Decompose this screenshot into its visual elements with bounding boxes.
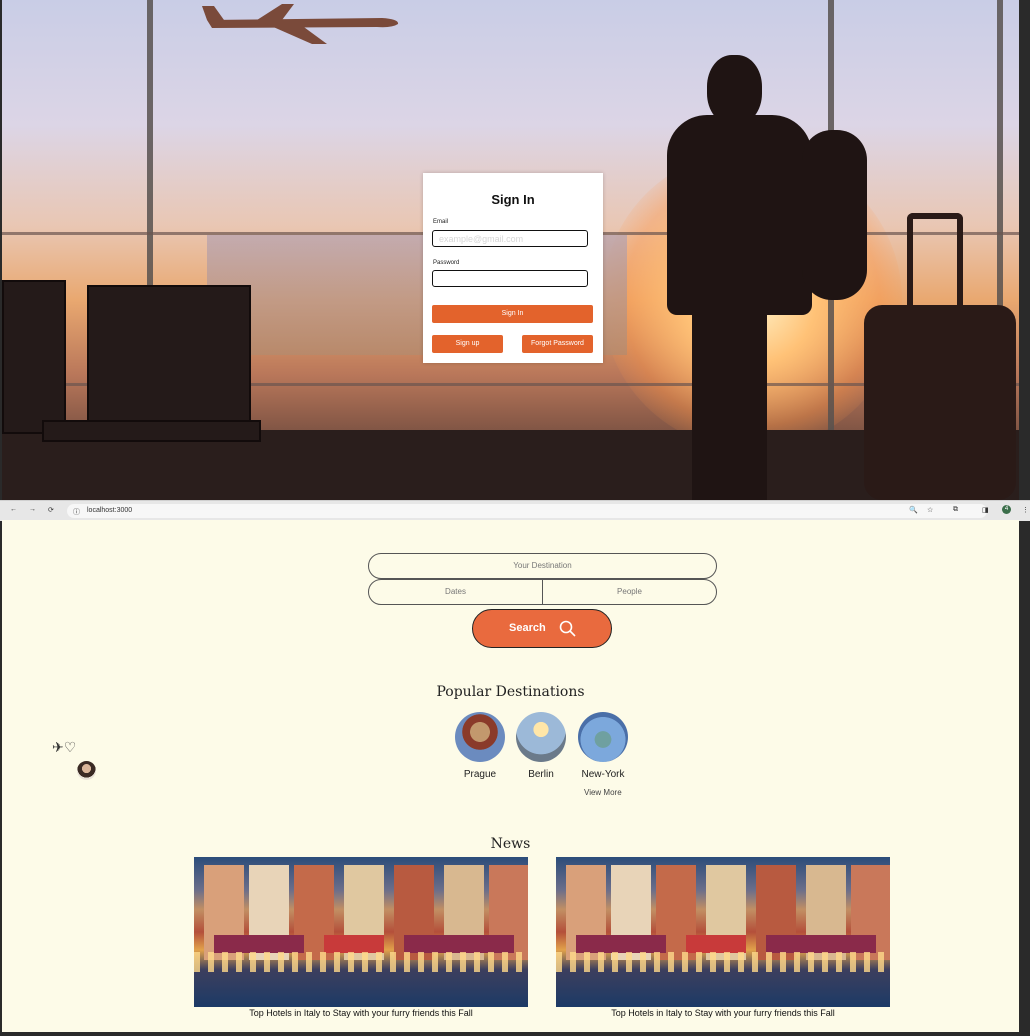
- back-icon[interactable]: ←: [10, 506, 17, 513]
- search-button-label: Search: [509, 622, 546, 634]
- zoom-icon[interactable]: 🔍: [909, 506, 918, 514]
- user-avatar[interactable]: [77, 761, 96, 780]
- news-image[interactable]: [194, 857, 528, 1007]
- signin-card: Sign In Email example@gmail.com Password…: [423, 173, 603, 363]
- signin-button[interactable]: Sign In: [432, 305, 593, 323]
- dates-input[interactable]: Dates: [368, 579, 543, 605]
- prague-image: [455, 712, 505, 762]
- forward-icon[interactable]: →: [29, 506, 36, 513]
- berlin-image: [516, 712, 566, 762]
- new-york-image: [578, 712, 628, 762]
- signup-button[interactable]: Sign up: [432, 335, 503, 353]
- lounge-chair: [87, 285, 251, 429]
- destination-name: New-York: [581, 769, 625, 780]
- destination-name: Prague: [463, 769, 497, 780]
- people-input[interactable]: People: [542, 579, 717, 605]
- page-content: Your Destination Dates People Search ✈♡ …: [2, 520, 1019, 1032]
- url-text: localhost:3000: [87, 507, 133, 514]
- news-caption[interactable]: Top Hotels in Italy to Stay with your fu…: [194, 1008, 528, 1018]
- forgot-password-button[interactable]: Forgot Password: [522, 335, 593, 353]
- destination-card-prague[interactable]: Prague: [445, 712, 515, 780]
- menu-icon[interactable]: ⋮: [1022, 506, 1029, 514]
- logo-icon[interactable]: ✈♡: [52, 739, 76, 756]
- password-label: Password: [433, 260, 460, 266]
- view-more-link[interactable]: View More: [584, 788, 622, 797]
- search-icon: [559, 620, 576, 637]
- hero-background: Sign In Email example@gmail.com Password…: [2, 0, 1019, 500]
- browser-toolbar: ← → ⟳ ⓘ localhost:3000 🔍 ☆ ⧉ ◨ 4 ⋮: [0, 500, 1030, 521]
- destination-name: Berlin: [528, 769, 554, 780]
- email-label: Email: [433, 219, 449, 225]
- profile-badge[interactable]: 4: [1002, 505, 1011, 514]
- news-image[interactable]: [556, 857, 890, 1007]
- email-field[interactable]: example@gmail.com: [432, 230, 588, 247]
- news-caption[interactable]: Top Hotels in Italy to Stay with your fu…: [556, 1008, 890, 1018]
- airplane-icon: [202, 4, 399, 44]
- destination-card-new-york[interactable]: New-York: [568, 712, 638, 780]
- site-info-icon[interactable]: ⓘ: [73, 507, 80, 517]
- popular-destinations-heading: Popular Destinations: [436, 684, 585, 700]
- destination-input[interactable]: Your Destination: [368, 553, 717, 579]
- suitcase: [864, 305, 1016, 500]
- bookmark-star-icon[interactable]: ☆: [927, 506, 933, 514]
- news-heading: News: [490, 836, 531, 852]
- lounge-chair: [42, 420, 261, 442]
- destination-card-berlin[interactable]: Berlin: [506, 712, 576, 780]
- traveler-backpack: [802, 130, 867, 300]
- signin-title: Sign In: [491, 192, 535, 207]
- extensions-icon[interactable]: ⧉: [953, 506, 958, 514]
- search-button[interactable]: Search: [472, 609, 612, 648]
- reload-icon[interactable]: ⟳: [48, 506, 54, 514]
- address-bar[interactable]: ⓘ localhost:3000 🔍 ☆: [67, 504, 987, 518]
- suitcase-handle: [907, 213, 963, 314]
- lounge-chair: [2, 280, 66, 434]
- password-field[interactable]: [432, 270, 588, 287]
- traveler-legs: [692, 300, 767, 500]
- sidepanel-icon[interactable]: ◨: [982, 506, 989, 514]
- traveler-body: [667, 115, 812, 315]
